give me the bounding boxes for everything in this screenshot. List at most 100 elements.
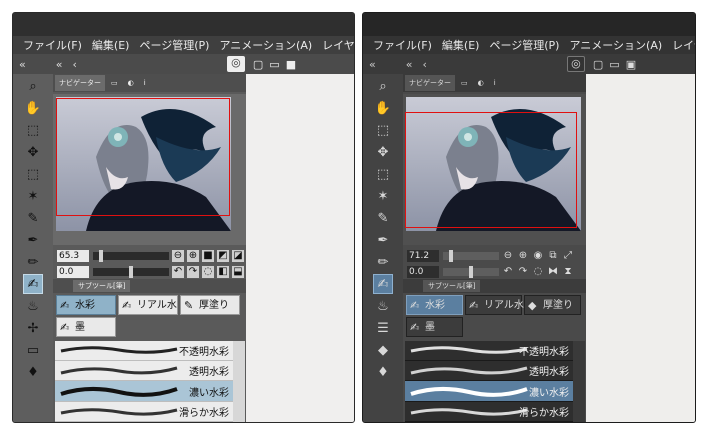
group-real-watercolor[interactable]: ✍ リアル水 <box>465 295 524 315</box>
reset-rotation-icon[interactable]: ◌ <box>532 266 544 278</box>
collapse-icon[interactable]: « <box>56 58 63 71</box>
navigator-view[interactable] <box>53 94 246 245</box>
zoom-out-icon[interactable]: ⊖ <box>172 250 184 262</box>
rotate-left-icon[interactable]: ↶ <box>502 266 514 278</box>
zoom-slider[interactable] <box>93 250 169 262</box>
view-frame[interactable] <box>56 98 230 216</box>
tab-info[interactable]: ◐ <box>474 75 488 91</box>
brush-item[interactable]: 不透明水彩 <box>55 341 233 361</box>
collapse-icon[interactable]: « <box>369 58 376 71</box>
menu-page[interactable]: ページ管理(P) <box>139 37 209 53</box>
blend-icon[interactable]: ♦ <box>373 362 393 382</box>
tab-subtool[interactable]: サブツール[筆] <box>73 280 131 292</box>
pencil-icon[interactable]: ✏ <box>23 252 43 272</box>
save-icon[interactable]: ▣ <box>626 58 636 71</box>
operation-icon[interactable]: ⬚ <box>23 120 43 140</box>
brush-item[interactable]: 濃い水彩 <box>405 381 573 402</box>
move-layer-icon[interactable]: ✥ <box>373 142 393 162</box>
chevron-left-icon[interactable]: ‹ <box>422 58 426 71</box>
move-layer-icon[interactable]: ✥ <box>23 142 43 162</box>
blend-icon[interactable]: ♦ <box>23 362 43 382</box>
decoration-icon[interactable]: ☰ <box>373 318 393 338</box>
rotation-slider[interactable] <box>93 266 169 278</box>
zoom-out-icon[interactable]: ⊖ <box>502 250 514 262</box>
brush-item[interactable]: 透明水彩 <box>405 361 573 381</box>
new-file-icon[interactable]: ▢ <box>253 58 263 71</box>
eraser-icon[interactable]: ◆ <box>373 340 393 360</box>
zoom-value[interactable]: 65.3 <box>57 250 89 262</box>
flip-vertical-icon[interactable]: ⧗ <box>562 266 574 278</box>
group-watercolor[interactable]: ✍ 水彩 <box>56 295 116 315</box>
zoom-icon[interactable]: ⌕ <box>373 76 393 96</box>
brush-scrollbar[interactable] <box>233 341 245 422</box>
flip-vertical-icon[interactable]: ⬓ <box>232 266 244 278</box>
group-ink[interactable]: ✍ 墨 <box>406 317 463 337</box>
chevron-left-icon[interactable]: ‹ <box>72 58 76 71</box>
menu-layer[interactable]: レイヤー(L) <box>672 37 695 53</box>
zoom-icon[interactable]: ⌕ <box>23 76 43 96</box>
canvas-area[interactable] <box>586 74 695 422</box>
pen-icon[interactable]: ✒ <box>23 230 43 250</box>
eraser-icon[interactable]: ▭ <box>23 340 43 360</box>
auto-select-icon[interactable]: ✶ <box>373 186 393 206</box>
selection-icon[interactable]: ⬚ <box>373 164 393 184</box>
collapse-icon[interactable]: « <box>406 58 413 71</box>
group-ink[interactable]: ✍ 墨 <box>56 317 116 337</box>
open-folder-icon[interactable]: ▭ <box>609 58 619 71</box>
menu-animation[interactable]: アニメーション(A) <box>569 37 662 53</box>
rotate-right-icon[interactable]: ↷ <box>517 266 529 278</box>
tab-item[interactable]: ⅰ <box>140 75 150 91</box>
collapse-icon[interactable]: « <box>19 58 26 71</box>
auto-select-icon[interactable]: ✶ <box>23 186 43 206</box>
rotation-value[interactable]: 0.0 <box>407 266 439 278</box>
rotation-value[interactable]: 0.0 <box>57 266 89 278</box>
app-logo-icon[interactable]: ◎ <box>226 56 245 72</box>
flip-horizontal-icon[interactable]: ◧ <box>217 266 229 278</box>
menu-layer[interactable]: レイヤー(L) <box>322 37 354 53</box>
brush-item[interactable]: 不透明水彩 <box>405 341 573 361</box>
reset-rotation-icon[interactable]: ◌ <box>202 266 214 278</box>
brush-icon[interactable]: ✍ <box>373 274 393 294</box>
hand-icon[interactable]: ✋ <box>373 98 393 118</box>
rotate-right-icon[interactable]: ↷ <box>187 266 199 278</box>
new-file-icon[interactable]: ▢ <box>593 58 603 71</box>
tab-subview[interactable]: ▭ <box>107 75 122 91</box>
menu-animation[interactable]: アニメーション(A) <box>219 37 312 53</box>
group-thick-paint[interactable]: ✎ 厚塗り <box>180 295 240 315</box>
tab-subtool[interactable]: サブツール[筆] <box>423 280 481 292</box>
brush-item[interactable]: 滑らか水彩 <box>55 402 233 422</box>
open-folder-icon[interactable]: ▭ <box>269 58 279 71</box>
group-thick-paint[interactable]: ◆ 厚塗り <box>524 295 581 315</box>
operation-icon[interactable]: ⬚ <box>373 120 393 140</box>
tab-info[interactable]: ◐ <box>124 75 138 91</box>
menu-edit[interactable]: 編集(E) <box>92 37 130 53</box>
fit-window-icon[interactable]: ⧉ <box>547 250 559 262</box>
menu-edit[interactable]: 編集(E) <box>442 37 480 53</box>
hand-icon[interactable]: ✋ <box>23 98 43 118</box>
group-watercolor[interactable]: ✍ 水彩 <box>406 295 463 315</box>
pen-icon[interactable]: ✒ <box>373 230 393 250</box>
selection-icon[interactable]: ⬚ <box>23 164 43 184</box>
group-real-watercolor[interactable]: ✍ リアル水 <box>118 295 178 315</box>
airbrush-icon[interactable]: ♨ <box>373 296 393 316</box>
tab-subview[interactable]: ▭ <box>457 75 472 91</box>
brush-item[interactable]: 透明水彩 <box>55 361 233 381</box>
eyedropper-icon[interactable]: ✎ <box>23 208 43 228</box>
zoom-slider[interactable] <box>443 250 499 262</box>
brush-item[interactable]: 濃い水彩 <box>55 381 233 402</box>
save-icon[interactable]: ■ <box>286 58 296 71</box>
brush-scrollbar[interactable] <box>573 341 585 422</box>
eyedropper-icon[interactable]: ✎ <box>373 208 393 228</box>
pencil-icon[interactable]: ✏ <box>373 252 393 272</box>
fit-navigator-icon[interactable]: ◪ <box>232 250 244 262</box>
menu-page[interactable]: ページ管理(P) <box>489 37 559 53</box>
actual-size-icon[interactable]: ◉ <box>532 250 544 262</box>
app-logo-icon[interactable]: ◎ <box>566 56 585 72</box>
fit-window-icon[interactable]: ◩ <box>217 250 229 262</box>
tab-item[interactable]: ⅰ <box>490 75 500 91</box>
tab-navigator[interactable]: ナビゲーター <box>405 75 455 91</box>
flip-horizontal-icon[interactable]: ⧓ <box>547 266 559 278</box>
brush-item[interactable]: 滑らか水彩 <box>405 402 573 422</box>
decoration-icon[interactable]: ✢ <box>23 318 43 338</box>
menu-file[interactable]: ファイル(F) <box>23 37 82 53</box>
